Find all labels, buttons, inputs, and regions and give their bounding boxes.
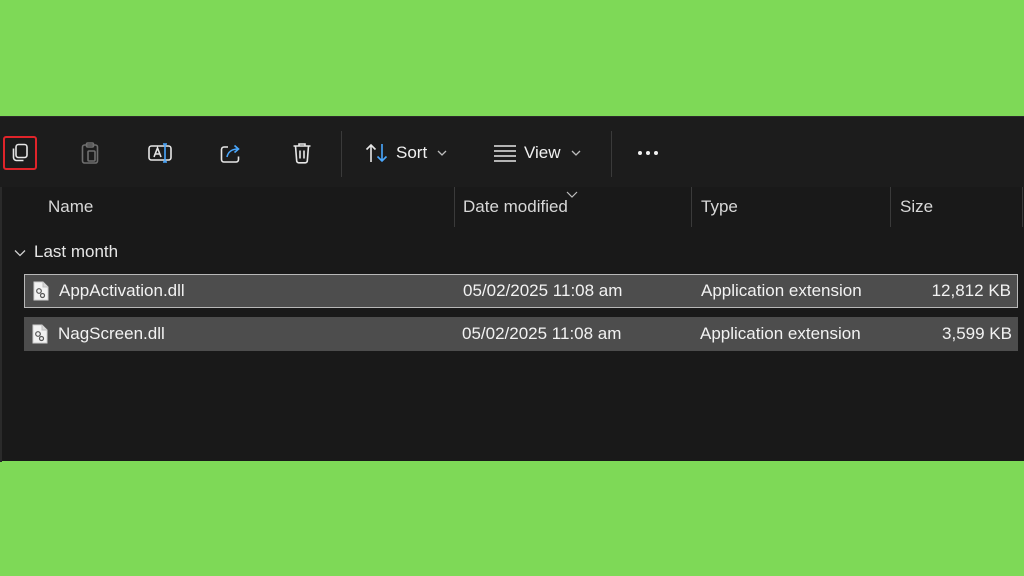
file-size: 3,599 KB — [942, 324, 1012, 343]
paste-button[interactable] — [73, 136, 107, 170]
view-icon — [492, 136, 518, 170]
chevron-down-icon — [14, 242, 26, 262]
paste-icon — [73, 136, 107, 170]
file-type: Application extension — [701, 281, 862, 300]
toolbar-separator — [611, 131, 612, 177]
file-name-cell: AppActivation.dll — [33, 275, 185, 307]
delete-icon — [285, 136, 319, 170]
file-explorer-window: Sort View Name Date modified Type Size L… — [0, 116, 1024, 462]
rename-button[interactable] — [143, 136, 177, 170]
column-divider[interactable] — [890, 187, 891, 227]
file-date: 05/02/2025 11:08 am — [463, 281, 623, 300]
sort-button[interactable]: Sort — [364, 136, 447, 170]
column-divider[interactable] — [1022, 187, 1023, 227]
file-type: Application extension — [700, 324, 861, 343]
file-name-cell: NagScreen.dll — [32, 317, 165, 351]
toolbar-separator — [341, 131, 342, 177]
column-divider[interactable] — [454, 187, 455, 227]
page-background: Sort View Name Date modified Type Size L… — [0, 0, 1024, 576]
column-header-name[interactable]: Name — [48, 187, 93, 227]
file-row[interactable]: NagScreen.dll 05/02/2025 11:08 am Applic… — [24, 317, 1018, 351]
dll-file-icon — [33, 281, 49, 301]
chevron-down-icon — [571, 150, 581, 156]
more-options-button[interactable] — [631, 136, 665, 170]
file-size: 12,812 KB — [931, 281, 1011, 300]
column-header-row: Name Date modified Type Size — [0, 187, 1024, 227]
column-header-type[interactable]: Type — [701, 187, 738, 227]
view-button[interactable]: View — [492, 136, 581, 170]
view-label: View — [524, 143, 561, 162]
file-name: AppActivation.dll — [59, 281, 185, 300]
share-icon — [214, 136, 248, 170]
rename-icon — [143, 136, 177, 170]
copy-icon — [5, 136, 35, 170]
column-header-date-modified[interactable]: Date modified — [463, 187, 568, 227]
sort-indicator-icon — [566, 185, 578, 203]
group-header-last-month[interactable]: Last month — [14, 241, 118, 263]
file-row[interactable]: AppActivation.dll 05/02/2025 11:08 am Ap… — [24, 274, 1018, 308]
chevron-down-icon — [437, 150, 447, 156]
column-header-size[interactable]: Size — [900, 187, 933, 227]
file-date: 05/02/2025 11:08 am — [462, 324, 622, 343]
sort-icon — [364, 136, 390, 170]
dll-file-icon — [32, 324, 48, 344]
sort-label: Sort — [396, 143, 428, 162]
more-options-icon — [638, 151, 658, 155]
delete-button[interactable] — [285, 136, 319, 170]
copy-button[interactable] — [3, 136, 37, 170]
share-button[interactable] — [214, 136, 248, 170]
command-bar: Sort View — [0, 117, 1024, 187]
column-divider[interactable] — [691, 187, 692, 227]
group-label: Last month — [34, 242, 119, 261]
window-left-border — [0, 187, 2, 462]
file-name: NagScreen.dll — [58, 324, 165, 343]
